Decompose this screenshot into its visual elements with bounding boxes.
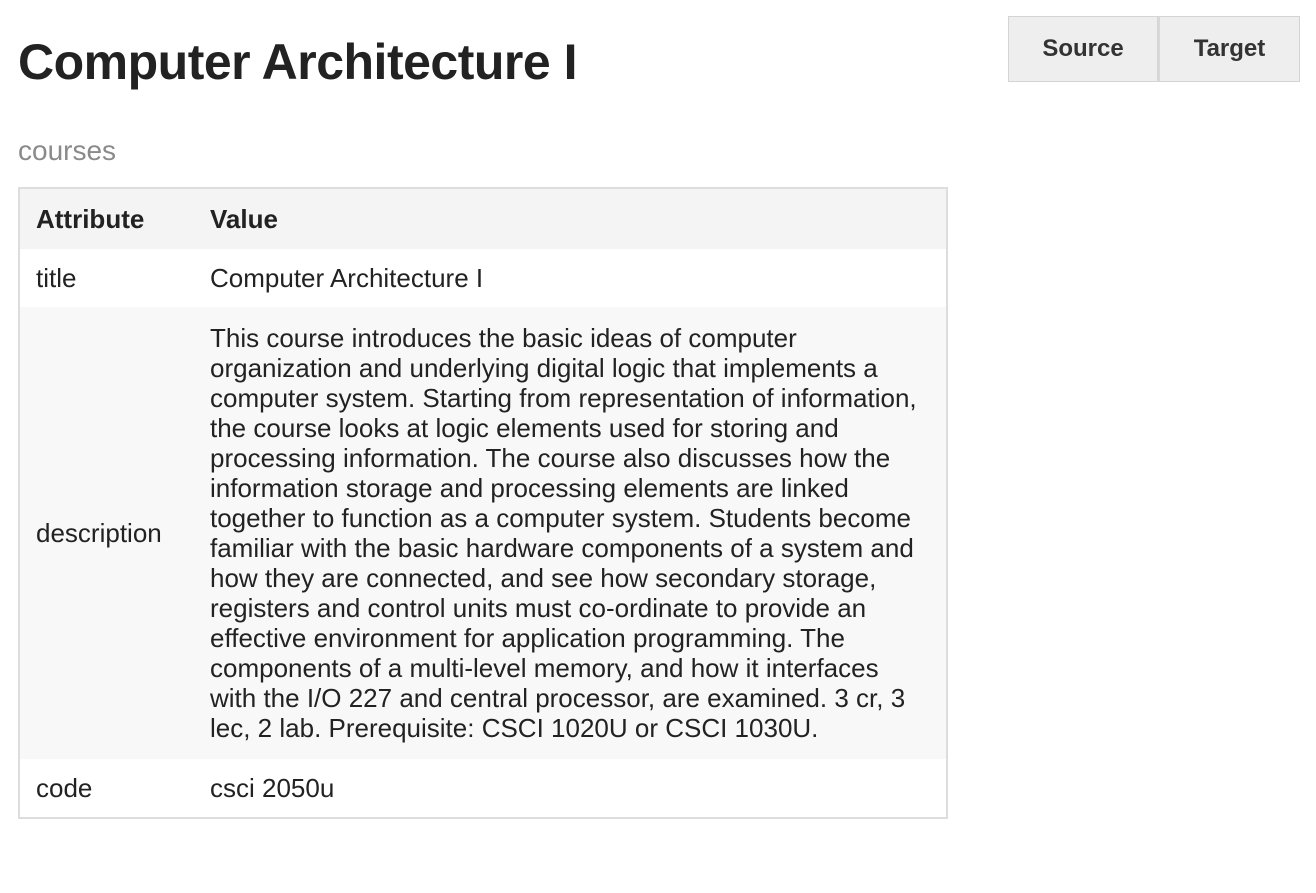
table-row: code csci 2050u bbox=[20, 759, 946, 817]
table-row: description This course introduces the b… bbox=[20, 307, 946, 759]
value-cell: csci 2050u bbox=[210, 772, 335, 803]
value-cell: Computer Architecture I bbox=[210, 262, 484, 293]
value-column-header: Value bbox=[210, 203, 278, 234]
attributes-table: Attribute Value title Computer Architect… bbox=[18, 187, 948, 819]
view-toggle-group: Source Target bbox=[1008, 16, 1300, 82]
value-cell: This course introduces the basic ideas o… bbox=[210, 323, 917, 743]
attribute-cell: title bbox=[36, 262, 77, 293]
attribute-column-header: Attribute bbox=[36, 203, 145, 234]
attribute-cell: code bbox=[36, 772, 93, 803]
table-header-row: Attribute Value bbox=[20, 189, 946, 249]
table-row: title Computer Architecture I bbox=[20, 249, 946, 307]
attribute-cell: description bbox=[36, 517, 162, 548]
source-button[interactable]: Source bbox=[1008, 16, 1158, 82]
collection-name: courses bbox=[18, 135, 117, 166]
page-title: Computer Architecture I bbox=[18, 34, 577, 90]
target-button[interactable]: Target bbox=[1158, 16, 1300, 82]
